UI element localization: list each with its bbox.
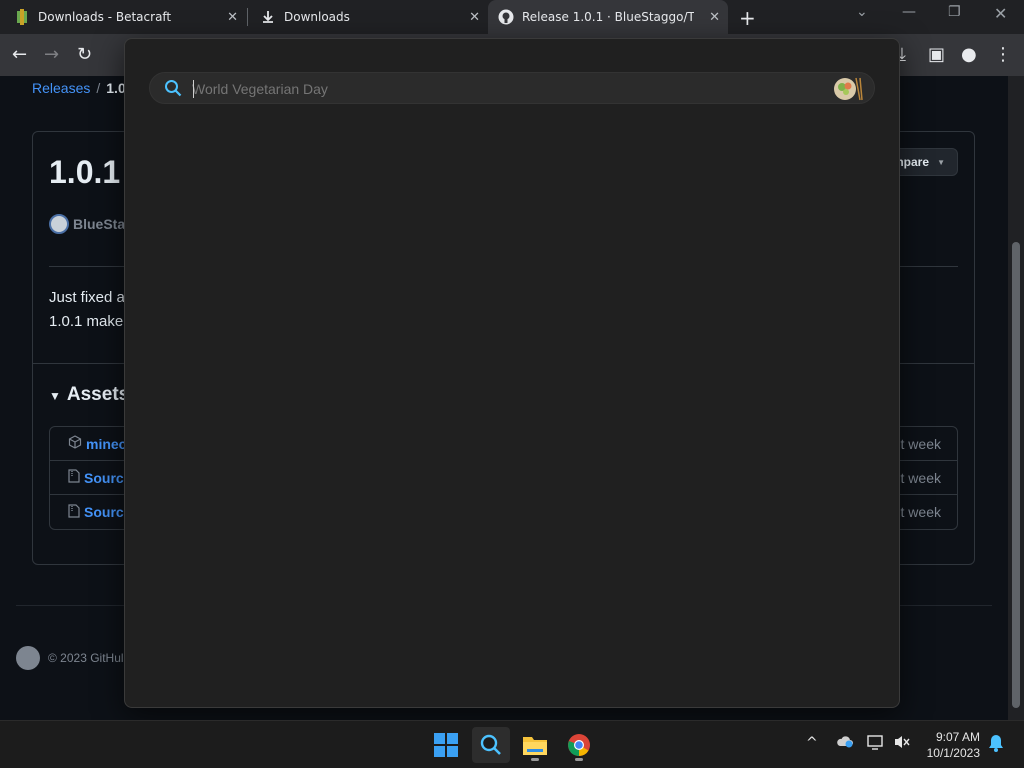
tab-strip: Downloads - Betacraft ✕ Downloads ✕ Rele…	[0, 0, 1024, 34]
github-favicon-icon	[498, 9, 514, 25]
tab-title: Release 1.0.1 · BlueStaggo/Tropic	[522, 10, 694, 24]
download-icon	[260, 9, 276, 25]
assets-toggle[interactable]: ▼ Assets	[49, 384, 129, 406]
asset-date: st week	[893, 435, 941, 452]
close-tab-icon[interactable]: ✕	[227, 10, 238, 25]
windows-logo-icon	[434, 733, 458, 757]
chrome-button[interactable]	[560, 727, 598, 763]
compare-label: npare	[896, 155, 929, 169]
package-icon	[68, 435, 82, 452]
page-scrollbar[interactable]	[1008, 76, 1024, 720]
restore-button[interactable]: ❐	[948, 4, 961, 20]
file-zip-icon	[68, 469, 80, 486]
salad-bowl-icon[interactable]	[832, 76, 864, 107]
minimize-button[interactable]: —	[902, 4, 916, 20]
caret-down-icon: ▼	[937, 158, 945, 167]
file-explorer-button[interactable]	[516, 727, 554, 763]
tab-betacraft[interactable]: Downloads - Betacraft ✕	[0, 0, 246, 34]
tab-search-icon[interactable]: ⌄	[856, 4, 868, 20]
close-tab-icon[interactable]: ✕	[469, 10, 480, 25]
release-title: 1.0.1	[49, 154, 121, 190]
system-clock[interactable]: 9:07 AM 10/1/2023	[918, 729, 980, 761]
breadcrumb: Releases/1.0.1	[32, 80, 137, 96]
network-icon[interactable]	[867, 734, 885, 754]
start-button[interactable]	[427, 727, 465, 763]
release-notes-line: Just fixed a	[49, 289, 125, 306]
menu-icon[interactable]: ⋮	[994, 44, 1012, 65]
side-panel-icon[interactable]: ▣	[928, 44, 945, 65]
footer: © 2023 GitHul	[16, 646, 124, 670]
close-tab-icon[interactable]: ✕	[709, 10, 720, 25]
reload-icon[interactable]: ↻	[77, 44, 92, 65]
folder-icon	[523, 737, 547, 755]
back-icon[interactable]: ←	[12, 44, 27, 65]
tab-release[interactable]: Release 1.0.1 · BlueStaggo/Tropic ✕	[488, 0, 728, 34]
tab-title: Downloads	[284, 10, 350, 24]
triangle-down-icon: ▼	[49, 389, 61, 403]
clock-date: 10/1/2023	[926, 746, 980, 760]
assets-title: Assets	[66, 384, 130, 405]
breadcrumb-releases-link[interactable]: Releases	[32, 80, 90, 96]
file-zip-icon	[68, 503, 80, 521]
profile-icon[interactable]: ●	[961, 44, 977, 65]
asset-date: st week	[893, 469, 941, 486]
running-indicator	[575, 758, 583, 761]
asset-date: st week	[893, 504, 941, 520]
avatar	[49, 214, 69, 234]
clock-time: 9:07 AM	[935, 730, 980, 744]
tab-title: Downloads - Betacraft	[38, 10, 172, 24]
new-tab-button[interactable]: +	[739, 6, 756, 30]
onedrive-icon[interactable]	[836, 734, 854, 752]
search-flyout	[124, 38, 900, 708]
search-icon	[164, 79, 182, 102]
github-logo-icon[interactable]	[16, 646, 40, 670]
notification-bell-icon[interactable]	[988, 734, 1004, 756]
release-notes: Just fixed a 1.0.1 make	[49, 286, 125, 334]
show-hidden-icons-chevron-icon[interactable]: ^	[806, 735, 818, 751]
running-indicator	[531, 758, 539, 761]
search-box[interactable]	[149, 72, 875, 104]
taskbar-search-button[interactable]	[472, 727, 510, 763]
release-author[interactable]: BlueStag	[49, 214, 134, 234]
taskbar: ^ 9:07 AM 10/1/2023	[0, 720, 1024, 768]
chrome-icon	[568, 734, 590, 756]
text-cursor	[193, 80, 194, 98]
forward-icon[interactable]: →	[44, 44, 59, 65]
volume-muted-icon[interactable]	[893, 734, 911, 754]
footer-copyright: © 2023 GitHul	[48, 651, 124, 665]
close-window-button[interactable]: ✕	[994, 4, 1007, 23]
breadcrumb-separator: /	[96, 80, 101, 96]
search-input[interactable]	[192, 77, 812, 101]
betacraft-favicon-icon	[14, 9, 30, 25]
scrollbar-thumb[interactable]	[1012, 242, 1020, 708]
search-icon	[480, 734, 501, 755]
tab-downloads[interactable]: Downloads ✕	[248, 0, 488, 34]
release-notes-line: 1.0.1 make	[49, 313, 124, 330]
